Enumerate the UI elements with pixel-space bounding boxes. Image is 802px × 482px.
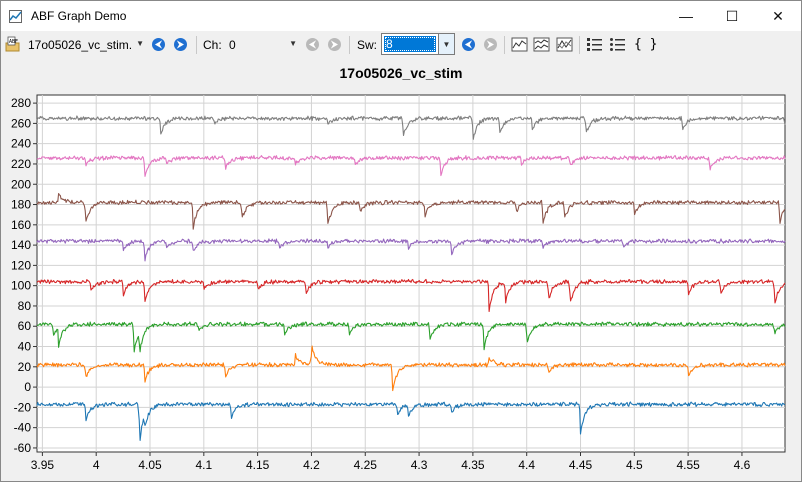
y-tick-label: 240	[11, 137, 31, 151]
x-tick-label: 4.05	[138, 458, 162, 472]
chart-title: 17o05026_vc_stim	[339, 65, 463, 81]
graph-overlay-icon[interactable]	[556, 36, 573, 53]
svg-text:ABF: ABF	[9, 39, 18, 45]
x-tick-label: 4.15	[246, 458, 270, 472]
arrow-right-icon: ⮞	[177, 39, 184, 49]
chevron-down-icon[interactable]: ▼	[438, 34, 454, 54]
window-title: ABF Graph Demo	[31, 9, 127, 23]
file-next-button[interactable]: ⮞	[174, 38, 187, 51]
file-select-value: 17o05026_vc_stim.	[28, 37, 133, 52]
close-icon: ✕	[772, 7, 784, 24]
y-tick-label: 80	[18, 299, 32, 313]
channel-prev-button[interactable]: ⮜	[306, 38, 319, 51]
close-button[interactable]: ✕	[755, 1, 801, 31]
x-tick-label: 4.25	[354, 458, 378, 472]
channel-select[interactable]: 0 ▼	[226, 35, 300, 54]
minimize-icon: —	[679, 8, 693, 24]
channel-next-button[interactable]: ⮞	[328, 38, 341, 51]
x-tick-label: 4.4	[518, 458, 535, 472]
y-tick-label: 20	[18, 360, 32, 374]
separator	[349, 36, 350, 54]
separator	[579, 36, 580, 54]
y-tick-label: 260	[11, 116, 31, 130]
channel-select-value: 0	[229, 37, 236, 52]
x-tick-label: 4.3	[411, 458, 428, 472]
x-tick-label: 4.35	[461, 458, 485, 472]
arrow-left-icon: ⮜	[155, 39, 162, 49]
sweep-label: Sw:	[357, 38, 378, 52]
x-tick-label: 4.55	[676, 458, 700, 472]
sweep-next-button[interactable]: ⮞	[484, 38, 497, 51]
app-window: ABF Graph Demo — ☐ ✕ ABF 17o05026_vc_sti…	[0, 0, 802, 482]
chevron-down-icon: ▼	[289, 39, 297, 48]
y-tick-label: 280	[11, 96, 31, 110]
x-tick-label: 4.5	[626, 458, 643, 472]
sweep-prev-button[interactable]: ⮜	[462, 38, 475, 51]
plot-background	[36, 94, 786, 453]
y-tick-label: 60	[18, 319, 32, 333]
y-tick-label: 160	[11, 218, 31, 232]
x-tick-label: 4.45	[569, 458, 593, 472]
sweep-select-value: 8	[384, 36, 436, 52]
chart[interactable]: 3.95 4 4.05 4.1 4.15 4.2 4.25 4.3 4.35 4.4 4.45 4.5…	[1, 85, 801, 481]
list-icon[interactable]	[609, 36, 626, 53]
y-tick-label: 140	[11, 238, 31, 252]
file-open-icon[interactable]: ABF	[5, 35, 21, 53]
arrow-left-icon: ⮜	[309, 39, 316, 49]
channel-label: Ch:	[203, 38, 222, 52]
y-tick-label: 100	[11, 279, 31, 293]
graph-stacked-icon[interactable]	[533, 36, 550, 53]
separator	[504, 36, 505, 54]
maximize-button[interactable]: ☐	[709, 1, 755, 31]
y-tick-label: -60	[14, 441, 32, 455]
title-bar: ABF Graph Demo — ☐ ✕	[1, 1, 801, 31]
y-tick-label: 200	[11, 177, 31, 191]
sweep-select[interactable]: 8 ▼	[381, 33, 455, 55]
maximize-icon: ☐	[725, 7, 739, 24]
x-tick-label: 4.1	[195, 458, 212, 472]
x-tick-label: 4.6	[734, 458, 751, 472]
arrow-right-icon: ⮞	[331, 39, 338, 49]
x-tick-label: 4	[93, 458, 100, 472]
list-details-icon[interactable]	[586, 36, 603, 53]
chevron-down-icon: ▼	[136, 39, 144, 48]
y-tick-label: 120	[11, 258, 31, 272]
x-tick-label: 3.95	[31, 458, 55, 472]
x-tick-label: 4.2	[303, 458, 320, 472]
y-tick-label: 220	[11, 157, 31, 171]
file-select[interactable]: 17o05026_vc_stim. ▼	[25, 35, 147, 54]
separator	[196, 36, 197, 54]
y-tick-label: 180	[11, 198, 31, 212]
y-tick-label: -20	[14, 400, 32, 414]
arrow-left-icon: ⮜	[465, 39, 472, 49]
y-tick-label: 40	[18, 340, 32, 354]
json-braces-icon[interactable]: { }	[634, 37, 657, 52]
app-icon	[9, 10, 22, 23]
graph-icon[interactable]	[511, 36, 528, 53]
minimize-button[interactable]: —	[663, 1, 709, 31]
y-tick-label: 0	[24, 380, 31, 394]
file-prev-button[interactable]: ⮜	[152, 38, 165, 51]
y-tick-label: -40	[14, 421, 32, 435]
arrow-right-icon: ⮞	[487, 39, 494, 49]
